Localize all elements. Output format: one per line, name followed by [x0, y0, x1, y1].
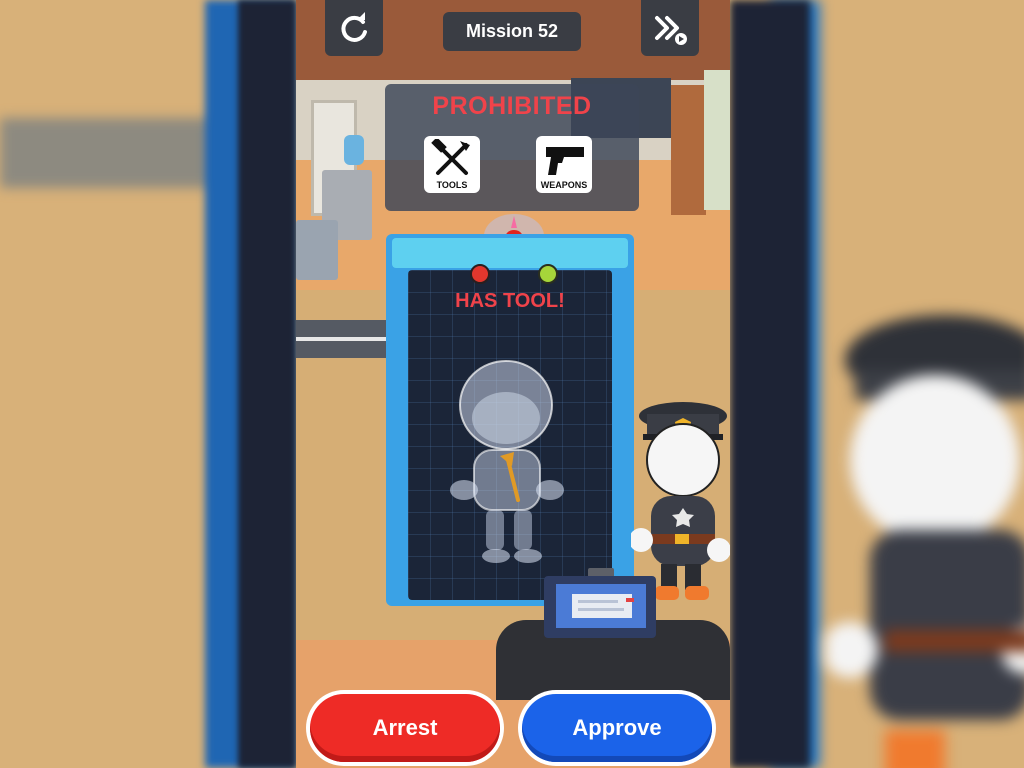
tools-icon — [431, 139, 470, 175]
scanner-green-light — [538, 264, 558, 284]
blurred-scanner-screen — [730, 0, 810, 768]
water-cooler — [344, 135, 364, 165]
blurred-scanner-screen — [238, 0, 296, 768]
blurred-officer — [825, 315, 1024, 768]
road-strip — [296, 320, 396, 358]
restart-button[interactable] — [325, 0, 383, 56]
pistol-icon — [546, 147, 584, 175]
blurred-road — [0, 118, 230, 188]
skip-level-button[interactable] — [641, 0, 699, 56]
xray-person — [450, 360, 564, 563]
scanner-screen: HAS TOOL! — [408, 270, 612, 600]
mission-label: Mission 52 — [443, 12, 581, 51]
restart-icon — [341, 12, 367, 42]
prohibited-item-label: WEAPONS — [540, 180, 588, 190]
laptop-monitor — [544, 568, 656, 638]
scanner-top-bar — [392, 238, 628, 268]
body-scanner: HAS TOOL! — [386, 234, 634, 606]
prohibited-item-label: TOOLS — [436, 180, 468, 190]
prohibited-title: PROHIBITED — [432, 92, 592, 120]
blurred-backdrop-left — [0, 0, 296, 768]
approve-button-label: Approve — [522, 694, 712, 762]
scan-status: HAS TOOL! — [455, 290, 565, 312]
game-viewport[interactable]: Mission 52 PROHIBITED TOOLS WEAPONS HAS … — [296, 0, 730, 768]
office-printer — [296, 220, 338, 280]
window-panel — [704, 70, 730, 210]
arrest-button[interactable]: Arrest — [306, 690, 504, 766]
scanner-red-light — [470, 264, 490, 284]
prohibited-item-weapons: WEAPONS — [536, 136, 592, 193]
prohibited-panel: PROHIBITED TOOLS WEAPONS — [385, 84, 639, 211]
arrest-button-label: Arrest — [310, 694, 500, 762]
prohibited-item-tools: TOOLS — [424, 136, 480, 193]
skip-ad-icon — [655, 16, 687, 45]
approve-button[interactable]: Approve — [518, 690, 716, 766]
wooden-cabinet — [671, 85, 706, 215]
blurred-backdrop-right — [730, 0, 1024, 768]
